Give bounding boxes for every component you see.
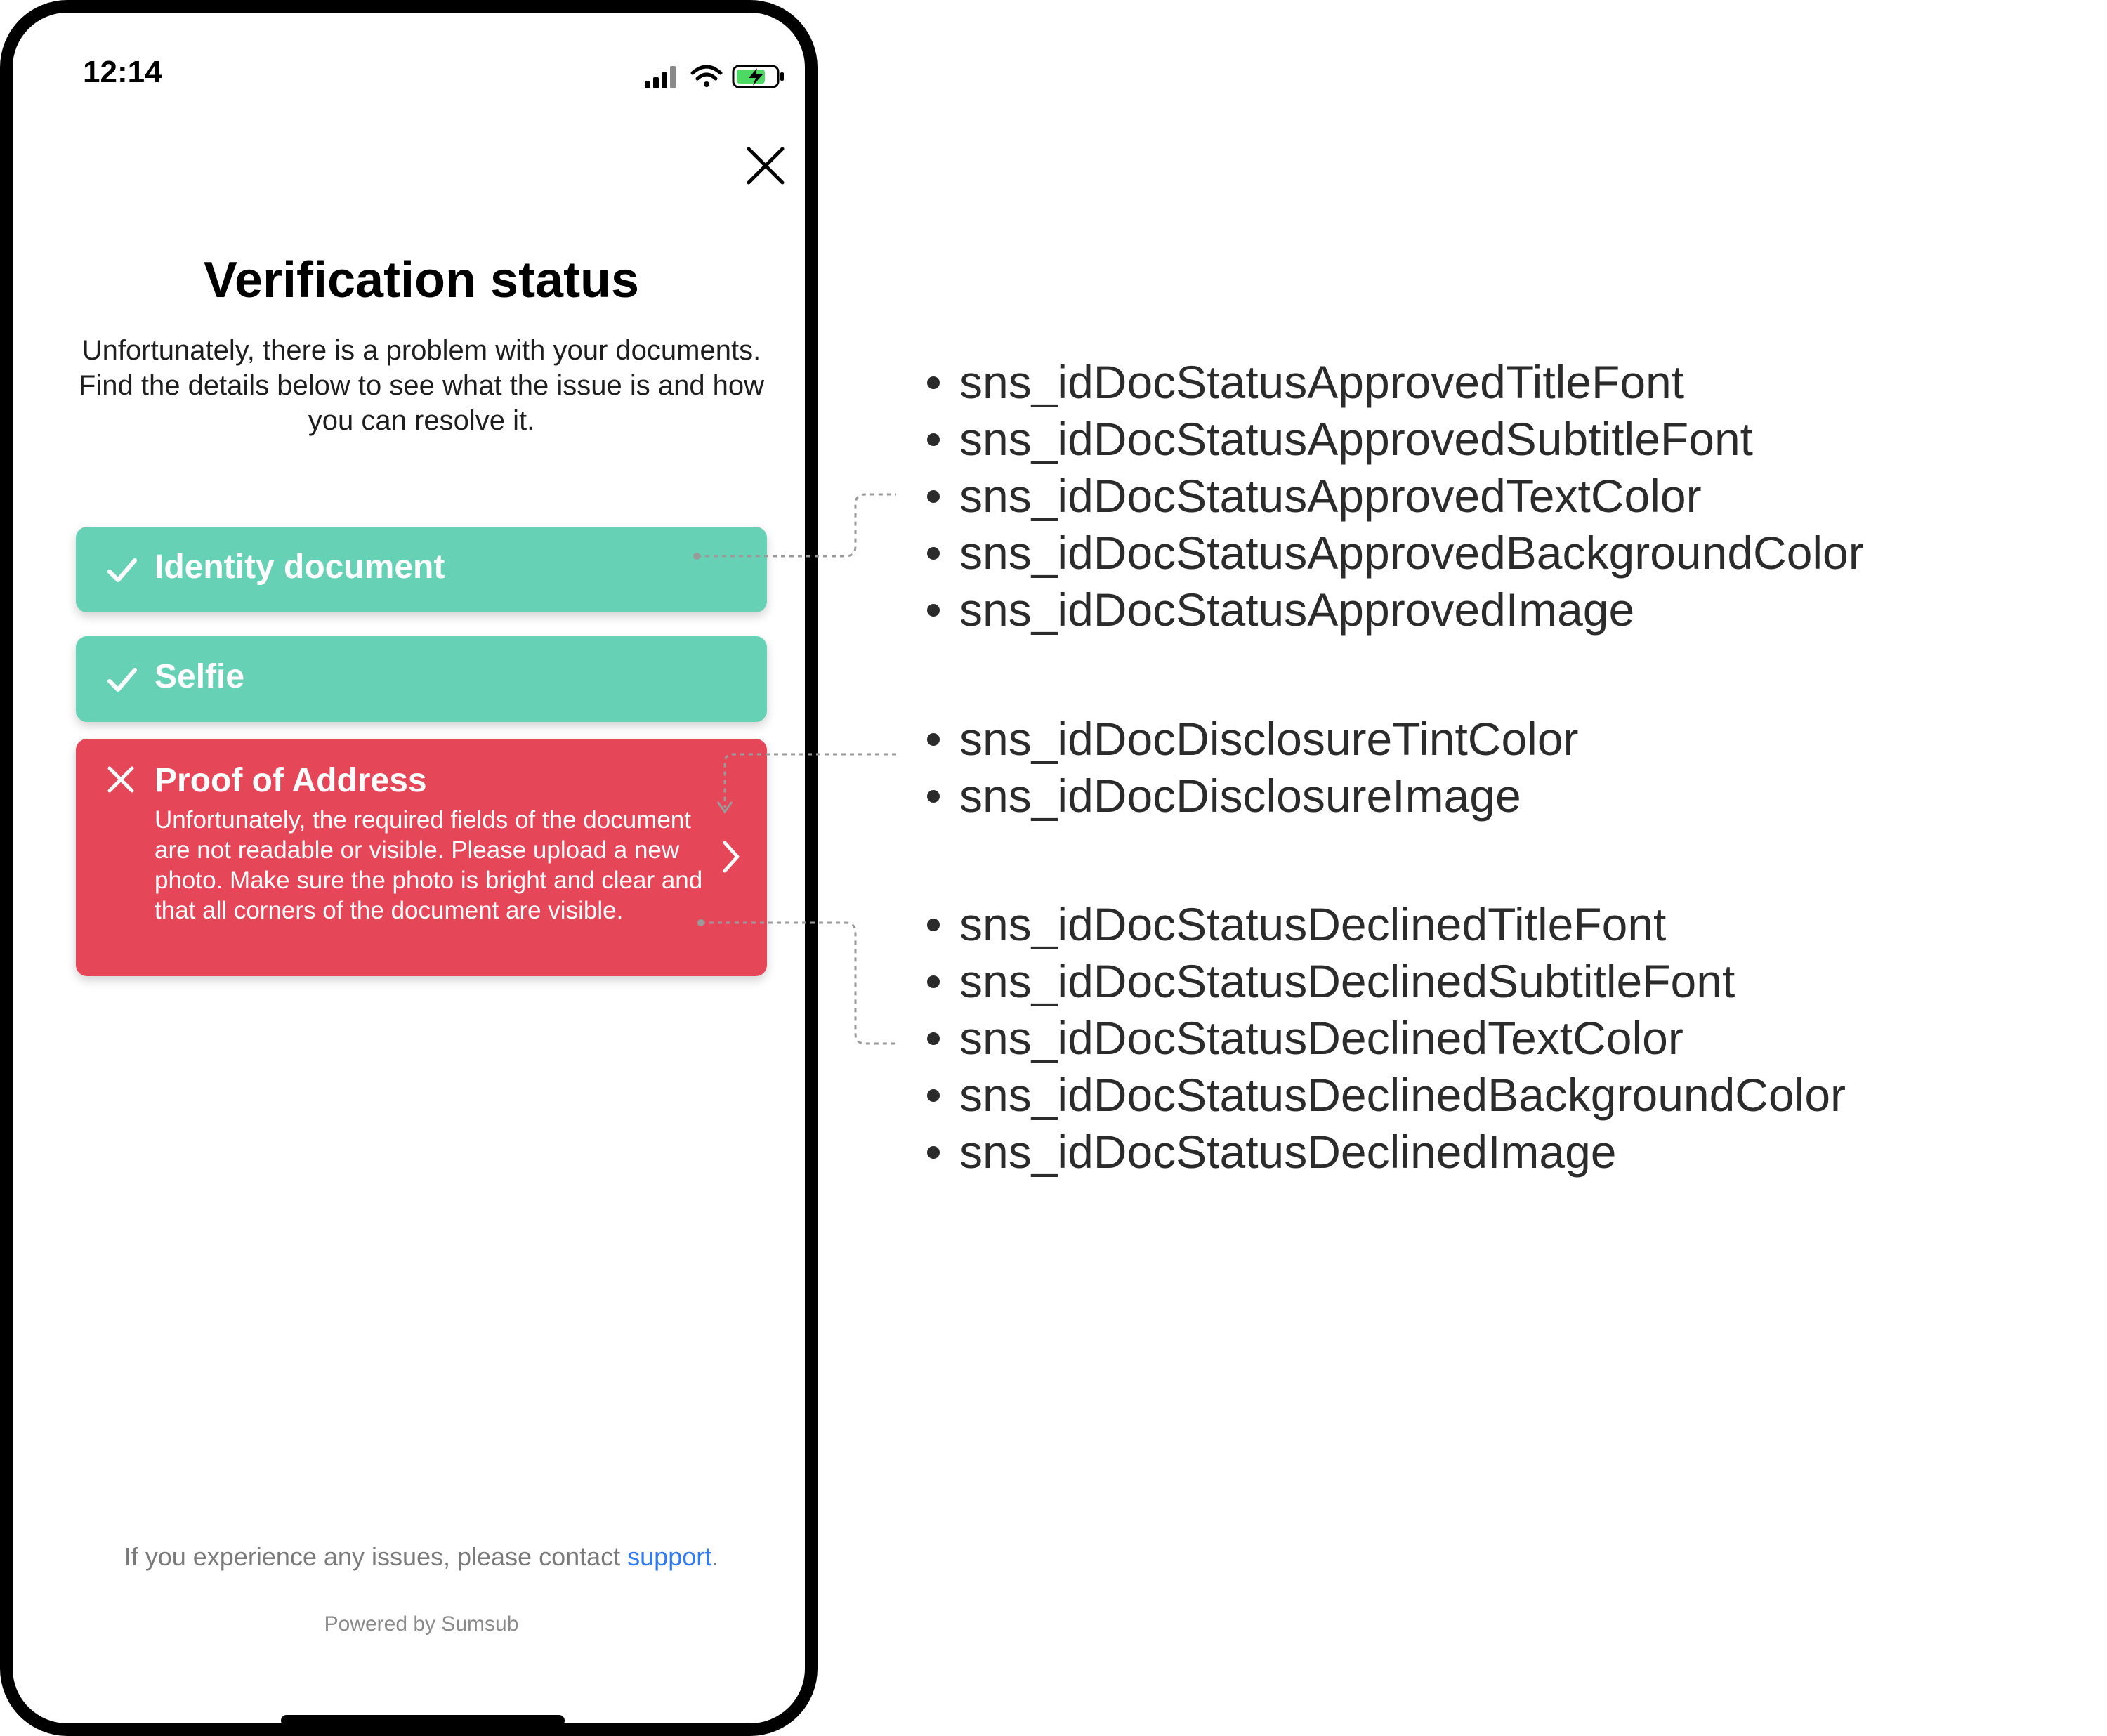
bullet-icon	[927, 733, 940, 746]
bullet-icon	[927, 790, 940, 803]
key-label: sns_idDocStatusDeclinedSubtitleFont	[959, 955, 1735, 1007]
bullet-icon	[927, 433, 940, 446]
key-label: sns_idDocStatusDeclinedBackgroundColor	[959, 1069, 1846, 1121]
cellular-signal-icon	[645, 66, 676, 88]
key-label: sns_idDocStatusApprovedImage	[959, 584, 1635, 636]
bullet-icon	[927, 919, 940, 931]
key-label: sns_idDocStatusApprovedBackgroundColor	[959, 527, 1864, 579]
key-label: sns_idDocStatusApprovedTextColor	[959, 470, 1702, 522]
bullet-icon	[927, 1032, 940, 1045]
disclosure-keys-list: sns_idDocDisclosureTintColor sns_idDocDi…	[927, 711, 1579, 824]
list-item: sns_idDocStatusApprovedTitleFont	[927, 354, 1864, 411]
approved-keys-list: sns_idDocStatusApprovedTitleFont sns_idD…	[927, 354, 1864, 638]
checkmark-icon	[107, 558, 137, 582]
bullet-icon	[927, 1146, 940, 1159]
key-label: sns_idDocStatusApprovedSubtitleFont	[959, 413, 1753, 465]
card-title: Identity document	[155, 548, 445, 586]
list-item: sns_idDocStatusApprovedBackgroundColor	[927, 525, 1864, 581]
list-item: sns_idDocDisclosureTintColor	[927, 711, 1579, 768]
card-title: Proof of Address	[155, 762, 427, 799]
support-link[interactable]: support	[627, 1542, 711, 1571]
list-item: sns_idDocStatusDeclinedBackgroundColor	[927, 1067, 1846, 1124]
home-indicator	[281, 1715, 565, 1726]
key-label: sns_idDocStatusDeclinedTextColor	[959, 1012, 1683, 1064]
list-item: sns_idDocStatusApprovedSubtitleFont	[927, 411, 1864, 468]
list-item: sns_idDocStatusDeclinedTitleFont	[927, 896, 1846, 953]
card-title: Selfie	[155, 658, 245, 695]
chevron-right-icon[interactable]	[721, 839, 742, 875]
battery-charging-icon	[732, 65, 784, 88]
list-item: sns_idDocStatusApprovedImage	[927, 581, 1864, 638]
bullet-icon	[927, 376, 940, 389]
bullet-icon	[927, 490, 940, 503]
key-label: sns_idDocStatusDeclinedTitleFont	[959, 898, 1667, 950]
checkmark-icon	[107, 668, 137, 692]
x-mark-icon	[107, 766, 134, 793]
key-label: sns_idDocDisclosureTintColor	[959, 713, 1579, 765]
close-icon[interactable]	[743, 143, 788, 188]
bullet-icon	[927, 604, 940, 617]
bullet-icon	[927, 547, 940, 560]
list-item: sns_idDocDisclosureImage	[927, 768, 1579, 824]
bullet-icon	[927, 975, 940, 988]
support-footer: If you experience any issues, please con…	[13, 1542, 830, 1572]
declined-keys-list: sns_idDocStatusDeclinedTitleFont sns_idD…	[927, 896, 1846, 1181]
list-item: sns_idDocStatusDeclinedTextColor	[927, 1010, 1846, 1067]
card-description: Unfortunately, the required fields of th…	[155, 806, 703, 924]
footer-text: If you experience any issues, please con…	[124, 1542, 628, 1571]
status-bar-icons	[645, 65, 784, 88]
footer-suffix: .	[711, 1542, 719, 1571]
wifi-icon	[690, 65, 723, 87]
phone-frame: 12:14 Verification status Unfortunately,…	[0, 0, 818, 1736]
list-item: sns_idDocStatusApprovedTextColor	[927, 468, 1864, 525]
key-label: sns_idDocStatusDeclinedImage	[959, 1126, 1617, 1178]
list-item: sns_idDocStatusDeclinedImage	[927, 1124, 1846, 1181]
key-label: sns_idDocStatusApprovedTitleFont	[959, 356, 1685, 408]
powered-by: Powered by Sumsub	[324, 1612, 519, 1636]
identity-document-card[interactable]: Identity document	[76, 527, 767, 612]
page-title: Verification status	[203, 252, 640, 308]
bullet-icon	[927, 1089, 940, 1102]
proof-of-address-card[interactable]: Proof of Address Unfortunately, the requ…	[76, 739, 767, 976]
selfie-card[interactable]: Selfie	[76, 636, 767, 722]
key-label: sns_idDocDisclosureImage	[959, 770, 1521, 822]
page-subtitle: Unfortunately, there is a problem with y…	[78, 335, 765, 436]
status-bar-time: 12:14	[83, 55, 162, 89]
list-item: sns_idDocStatusDeclinedSubtitleFont	[927, 953, 1846, 1010]
